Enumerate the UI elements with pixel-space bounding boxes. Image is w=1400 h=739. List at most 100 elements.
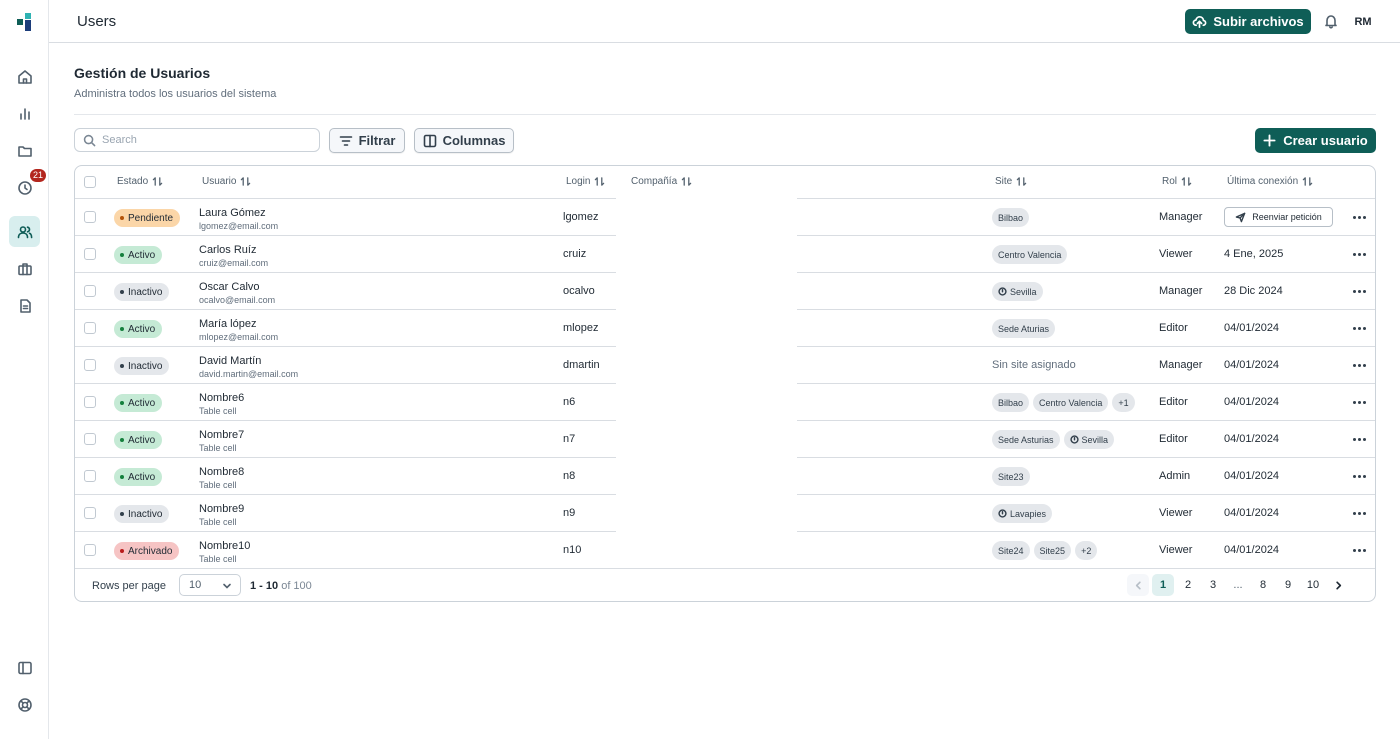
sidebar-item-home[interactable]: [9, 61, 40, 92]
user-role: Manager: [1159, 211, 1203, 223]
table-row[interactable]: Archivado Nombre10 Table cell n10 Site24 Site…: [75, 532, 1375, 569]
row-checkbox[interactable]: [84, 396, 96, 408]
clock-icon: [17, 180, 32, 195]
plus-icon: [1263, 134, 1276, 147]
upload-files-button[interactable]: Subir archivos: [1185, 9, 1311, 34]
row-checkbox[interactable]: [84, 322, 96, 334]
user-role: Admin: [1159, 470, 1191, 482]
user-login: n10: [563, 544, 582, 556]
sidebar-item-companies[interactable]: [9, 253, 40, 284]
bell-icon: [1325, 15, 1337, 29]
last-connection: 04/01/2024: [1224, 507, 1280, 519]
search-input[interactable]: [102, 134, 302, 146]
column-header-login[interactable]: Login: [566, 176, 605, 187]
status-badge: Activo: [114, 246, 163, 264]
select-all-checkbox[interactable]: [84, 176, 96, 188]
user-role: Viewer: [1159, 507, 1193, 519]
user-login: n6: [563, 396, 576, 408]
site-list: Sede Asturias Sevilla: [992, 430, 1115, 449]
page-button[interactable]: 9: [1277, 574, 1299, 596]
pagination: 1 2 3... 8 9 10: [1127, 574, 1352, 596]
resend-request-button[interactable]: Reenviar petición: [1224, 207, 1333, 227]
user-email: ocalvo@email.com: [199, 295, 276, 305]
user-role: Editor: [1159, 396, 1188, 408]
user-email: Table cell: [199, 443, 237, 453]
row-checkbox[interactable]: [84, 359, 96, 371]
row-actions-button[interactable]: [1351, 284, 1367, 298]
columns-label: Columnas: [442, 133, 506, 148]
sidebar-toggle-button[interactable]: [9, 652, 40, 683]
filter-label: Filtrar: [358, 133, 396, 148]
more-dots-icon: [1352, 215, 1356, 219]
row-checkbox[interactable]: [84, 211, 96, 223]
column-header-rol[interactable]: Rol: [1162, 176, 1192, 187]
site-chip: Sevilla: [1063, 430, 1115, 449]
site-chip: Sevilla: [992, 282, 1043, 301]
sidebar-item-files[interactable]: [9, 135, 40, 166]
user-login: n9: [563, 507, 576, 519]
more-dots-icon: [1352, 437, 1356, 441]
clock-icon: [998, 287, 1007, 296]
avatar[interactable]: RM: [1349, 8, 1377, 36]
create-user-button[interactable]: Crear usuario: [1255, 128, 1376, 153]
chart-icon: [19, 107, 30, 120]
status-badge: Inactivo: [114, 505, 170, 523]
page-button[interactable]: 10: [1302, 574, 1324, 596]
user-name: Nombre10: [199, 540, 251, 552]
help-button[interactable]: [9, 689, 40, 720]
page-button[interactable]: 1: [1152, 574, 1174, 596]
column-header-usuario[interactable]: Usuario: [202, 176, 251, 187]
page-subtitle: Administra todos los usuarios del sistem…: [74, 88, 277, 100]
status-badge: Archivado: [114, 542, 180, 560]
search-box[interactable]: [74, 128, 320, 152]
page-button[interactable]: 2: [1177, 574, 1199, 596]
status-badge: Activo: [114, 468, 163, 486]
status-badge: Activo: [114, 431, 163, 449]
user-login: lgomez: [563, 211, 599, 223]
row-actions-button[interactable]: [1351, 210, 1367, 224]
row-actions-button[interactable]: [1351, 543, 1367, 557]
column-header-site[interactable]: Site: [995, 176, 1027, 187]
columns-button[interactable]: Columnas: [414, 128, 514, 153]
user-name: Nombre8: [199, 466, 245, 478]
sort-icon: [152, 177, 163, 186]
last-connection: 4 Ene, 2025: [1224, 248, 1284, 260]
column-header-ultima-conexion[interactable]: Última conexión: [1227, 176, 1313, 187]
upload-files-label: Subir archivos: [1213, 14, 1304, 29]
sidebar-item-documents[interactable]: [9, 290, 40, 321]
row-actions-button[interactable]: [1351, 432, 1367, 446]
site-list: Centro Valencia: [992, 245, 1068, 264]
sidebar-item-users[interactable]: [9, 216, 40, 247]
page-button[interactable]: 8: [1252, 574, 1274, 596]
column-header-compania[interactable]: Compañía: [631, 176, 692, 187]
home-icon: [17, 69, 32, 84]
row-actions-button[interactable]: [1351, 395, 1367, 409]
next-page-button[interactable]: [1327, 574, 1349, 596]
row-checkbox[interactable]: [84, 470, 96, 482]
columns-icon: [423, 134, 436, 147]
row-actions-button[interactable]: [1351, 506, 1367, 520]
row-actions-button[interactable]: [1351, 469, 1367, 483]
page-button[interactable]: 3: [1202, 574, 1224, 596]
column-header-estado[interactable]: Estado: [117, 176, 163, 187]
row-actions-button[interactable]: [1351, 358, 1367, 372]
sidebar-item-history[interactable]: 21: [9, 169, 47, 203]
site-list: Lavapies: [992, 504, 1053, 523]
row-actions-button[interactable]: [1351, 247, 1367, 261]
user-name: David Martín: [199, 355, 262, 367]
logo-icon[interactable]: [15, 13, 35, 31]
row-checkbox[interactable]: [84, 433, 96, 445]
user-login: n7: [563, 433, 576, 445]
sidebar-item-analytics[interactable]: [9, 98, 40, 129]
user-name: Nombre7: [199, 429, 245, 441]
previous-page-button[interactable]: [1127, 574, 1149, 596]
rows-per-page-select[interactable]: 10: [179, 574, 241, 596]
row-checkbox[interactable]: [84, 507, 96, 519]
filter-button[interactable]: Filtrar: [329, 128, 405, 153]
notifications-button[interactable]: [1323, 13, 1339, 29]
row-actions-button[interactable]: [1351, 321, 1367, 335]
row-checkbox[interactable]: [84, 285, 96, 297]
row-checkbox[interactable]: [84, 544, 96, 556]
row-checkbox[interactable]: [84, 248, 96, 260]
user-role: Manager: [1159, 285, 1203, 297]
